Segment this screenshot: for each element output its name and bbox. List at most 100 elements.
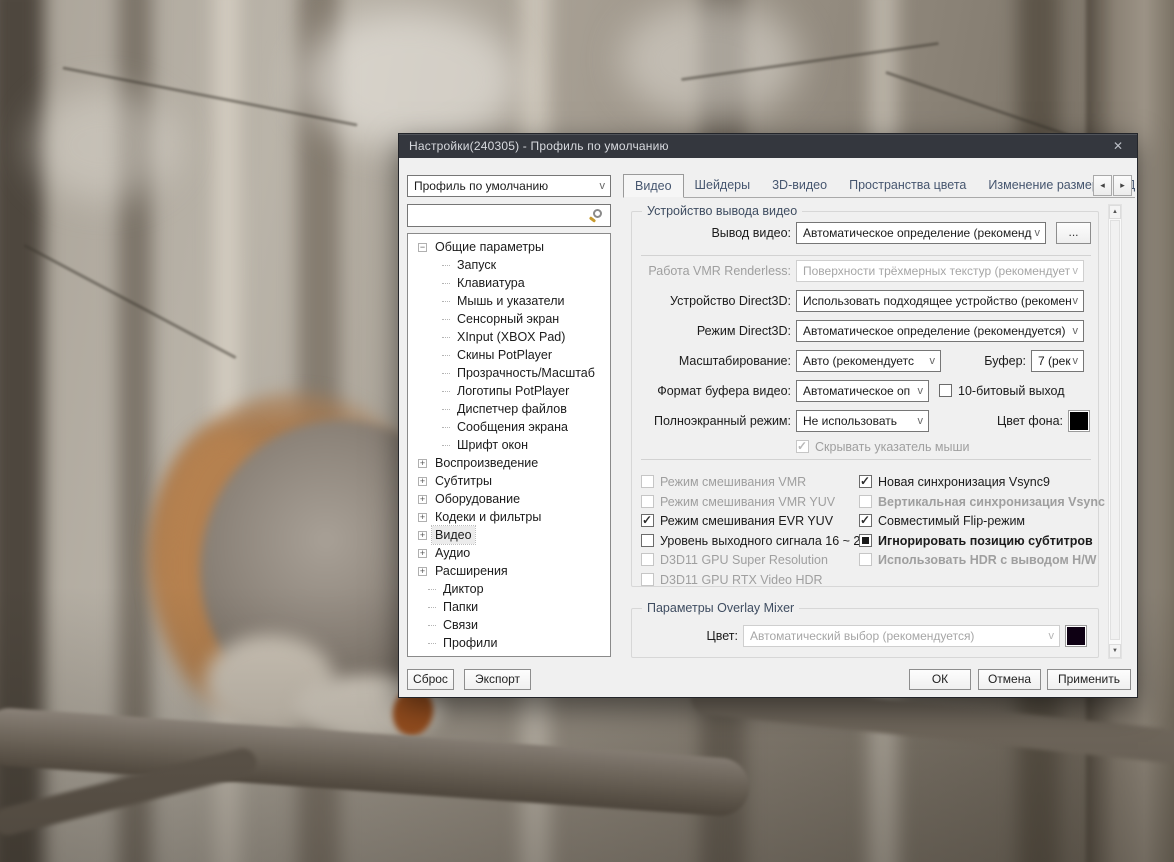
d3d-mode-select[interactable]: Автоматическое определение (рекомендуетс… [796, 320, 1084, 342]
expand-icon[interactable] [418, 494, 427, 504]
search-icon[interactable] [588, 208, 604, 224]
profile-select[interactable]: Профиль по умолчанию [407, 175, 611, 197]
tab-color-spaces[interactable]: Пространства цвета [838, 174, 977, 197]
overlay-color-label: Цвет: [706, 629, 738, 643]
vmr-mix-yuv-checkbox: Режим смешивания VMR YUV [641, 494, 835, 509]
tab-bar: Видео Шейдеры 3D-видео Пространства цвет… [623, 174, 1135, 198]
tab-video[interactable]: Видео [623, 174, 684, 198]
tab-3d-video[interactable]: 3D-видео [761, 174, 838, 197]
scaling-select[interactable]: Авто (рекомендуетс [796, 350, 941, 372]
flip-mode-checkbox[interactable]: Совместимый Flip-режим [859, 513, 1025, 528]
tree-item-osd[interactable]: Сообщения экрана [408, 418, 610, 436]
ten-bit-checkbox[interactable]: 10-битовый выход [939, 383, 1065, 398]
expand-icon[interactable] [418, 566, 427, 576]
chevron-down-icon [1073, 291, 1079, 311]
vmr-mix-checkbox: Режим смешивания VMR [641, 474, 806, 489]
overlay-color-swatch[interactable] [1065, 625, 1087, 647]
tab-scroll-right-icon[interactable] [1113, 175, 1132, 196]
tree-item-extensions[interactable]: Расширения [408, 562, 610, 580]
tree-item-xinput[interactable]: XInput (XBOX Pad) [408, 328, 610, 346]
d3d11-rtx-hdr-checkbox: D3D11 GPU RTX Video HDR [641, 572, 823, 587]
export-button[interactable]: Экспорт [464, 669, 531, 690]
tree-item-keyboard[interactable]: Клавиатура [408, 274, 610, 292]
titlebar[interactable]: Настройки(240305) - Профиль по умолчанию [399, 134, 1137, 158]
vsync-checkbox: Вертикальная синхронизация Vsync [859, 494, 1105, 509]
fullscreen-select[interactable]: Не использовать [796, 410, 929, 432]
scaling-label: Масштабирование: [678, 354, 791, 368]
desktop: Настройки(240305) - Профиль по умолчанию… [0, 0, 1174, 862]
tree-item-folders[interactable]: Папки [408, 598, 610, 616]
tree-item-window-font[interactable]: Шрифт окон [408, 436, 610, 454]
reset-button[interactable]: Сброс [407, 669, 454, 690]
buffer-select[interactable]: 7 (рек [1031, 350, 1084, 372]
separator [641, 459, 1091, 460]
buffer-format-label: Формат буфера видео: [657, 384, 791, 398]
tab-shaders[interactable]: Шейдеры [684, 174, 762, 197]
chevron-down-icon [930, 351, 936, 371]
fullscreen-label: Полноэкранный режим: [654, 414, 791, 428]
chevron-down-icon [918, 411, 924, 431]
d3d-device-select[interactable]: Использовать подходящее устройство (реко… [796, 290, 1084, 312]
tab-scroll-buttons [1092, 175, 1132, 196]
overlay-color-select: Автоматический выбор (рекомендуется) [743, 625, 1060, 647]
tree-item-file-manager[interactable]: Диспетчер файлов [408, 400, 610, 418]
output-select[interactable]: Автоматическое определение (рекоменд [796, 222, 1046, 244]
profile-select-value: Профиль по умолчанию [414, 179, 549, 193]
ignore-subtitle-pos-checkbox[interactable]: Игнорировать позицию субтитров [859, 533, 1093, 548]
tree-item-general[interactable]: Общие параметры [408, 238, 610, 256]
tree-item-audio[interactable]: Аудио [408, 544, 610, 562]
bg-color-label: Цвет фона: [996, 414, 1063, 428]
close-icon[interactable] [1105, 134, 1131, 158]
output-more-button[interactable]: ... [1056, 222, 1091, 244]
expand-icon[interactable] [418, 548, 427, 558]
cancel-button[interactable]: Отмена [978, 669, 1041, 690]
tree-item-hardware[interactable]: Оборудование [408, 490, 610, 508]
group-title: Параметры Overlay Mixer [642, 601, 800, 615]
tree-item-profiles[interactable]: Профили [408, 634, 610, 652]
tree-item-touchscreen[interactable]: Сенсорный экран [408, 310, 610, 328]
expand-icon[interactable] [418, 530, 427, 540]
expand-icon[interactable] [418, 458, 427, 468]
collapse-icon[interactable] [418, 242, 427, 252]
tree-item-video[interactable]: Видео [408, 525, 610, 545]
tree-item-associations[interactable]: Связи [408, 616, 610, 634]
expand-icon[interactable] [418, 476, 427, 486]
d3d-mode-label: Режим Direct3D: [696, 324, 791, 338]
settings-window: Настройки(240305) - Профиль по умолчанию… [398, 133, 1138, 698]
tree-item-codecs[interactable]: Кодеки и фильтры [408, 508, 610, 526]
expand-icon[interactable] [418, 512, 427, 522]
tree-item-transparency[interactable]: Прозрачность/Масштаб [408, 364, 610, 382]
vsync9-checkbox[interactable]: Новая синхронизация Vsync9 [859, 474, 1050, 489]
scrollbar-up-icon[interactable] [1109, 205, 1121, 219]
scrollbar[interactable] [1108, 204, 1122, 659]
tree-item-skins[interactable]: Скины PotPlayer [408, 346, 610, 364]
tree-item-startup[interactable]: Запуск [408, 256, 610, 274]
bg-color-swatch[interactable] [1068, 410, 1090, 432]
checkbox-box [796, 439, 809, 453]
tree-item-narrator[interactable]: Диктор [408, 580, 610, 598]
separator [641, 255, 1091, 256]
tab-scroll-left-icon[interactable] [1093, 175, 1112, 196]
chevron-down-icon [918, 381, 924, 401]
tree-item-playback[interactable]: Воспроизведение [408, 454, 610, 472]
output-level-checkbox[interactable]: Уровень выходного сигнала 16 ~ 2... [641, 533, 871, 548]
buffer-label: Буфер: [984, 354, 1026, 368]
tree-item-logos[interactable]: Логотипы PotPlayer [408, 382, 610, 400]
scrollbar-thumb[interactable] [1110, 220, 1120, 640]
search-input[interactable] [407, 204, 611, 227]
scrollbar-down-icon[interactable] [1109, 644, 1121, 658]
buffer-format-select[interactable]: Автоматическое оп [796, 380, 929, 402]
chevron-down-icon [1073, 321, 1079, 341]
tree-item-mouse[interactable]: Мышь и указатели [408, 292, 610, 310]
hide-cursor-checkbox: Скрывать указатель мыши [796, 439, 970, 454]
chevron-down-icon [1049, 626, 1055, 646]
vmr-label: Работа VMR Renderless: [648, 264, 791, 278]
d3d11-super-res-checkbox: D3D11 GPU Super Resolution [641, 552, 828, 567]
apply-button[interactable]: Применить [1047, 669, 1131, 690]
evr-mix-yuv-checkbox[interactable]: Режим смешивания EVR YUV [641, 513, 833, 528]
hdr-hw-checkbox: Использовать HDR с выводом H/W [859, 552, 1096, 567]
tree-item-subtitles[interactable]: Субтитры [408, 472, 610, 490]
d3d-device-label: Устройство Direct3D: [670, 294, 791, 308]
checkbox-box[interactable] [939, 384, 952, 397]
ok-button[interactable]: ОК [909, 669, 971, 690]
